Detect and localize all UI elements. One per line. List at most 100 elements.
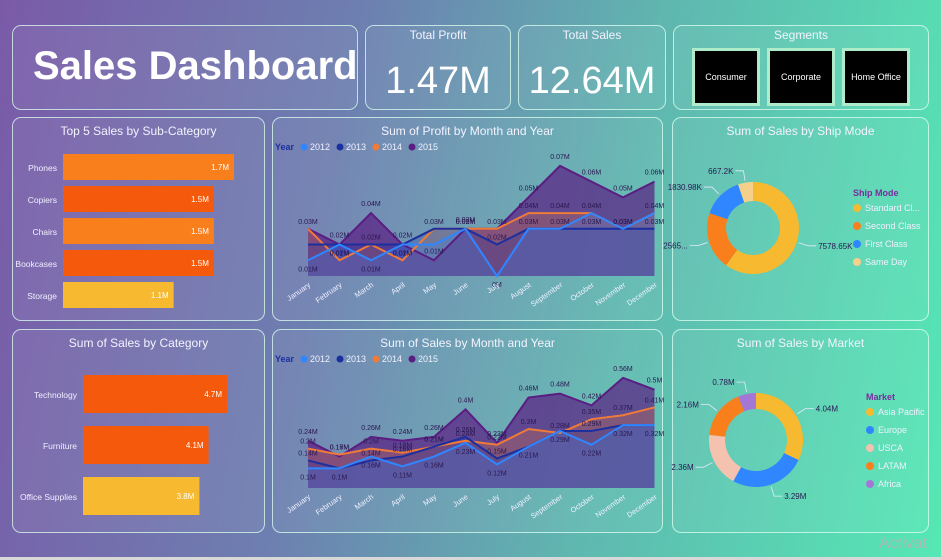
data-label: 0.14M xyxy=(361,450,381,457)
category-label: Chairs xyxy=(32,227,57,237)
legend-marker xyxy=(866,444,874,452)
data-label: 1.5M xyxy=(191,259,209,268)
data-label: 0.37M xyxy=(613,405,633,412)
data-label: 0.32M xyxy=(645,431,665,438)
x-tick-label: February xyxy=(314,492,344,517)
category-label: Furniture xyxy=(43,441,77,451)
data-label: 0.26M xyxy=(361,425,381,432)
legend-label: First Class xyxy=(865,239,908,249)
legend-marker xyxy=(300,143,308,151)
x-tick-label: November xyxy=(594,280,628,308)
data-label: 0.28M xyxy=(550,423,570,430)
data-label: 0.24M xyxy=(298,429,318,436)
data-label: 0.22M xyxy=(582,451,602,458)
data-label: 0.03M xyxy=(550,219,570,226)
segment-button-consumer[interactable]: Consumer xyxy=(692,48,760,106)
kpi-label: Total Sales xyxy=(562,28,622,42)
legend-label: USCA xyxy=(878,443,903,453)
kpi-total-sales[interactable]: Total Sales 12.64M xyxy=(518,25,666,110)
leader-line xyxy=(689,242,708,246)
slice-label: 4.04M xyxy=(816,404,839,413)
data-label: 0.03M xyxy=(298,219,318,226)
legend-marker xyxy=(336,355,344,363)
shipmode-chart-card: Sum of Sales by Ship Mode 7578.65K 2565..… xyxy=(663,117,929,321)
data-label: 0.03M xyxy=(582,219,602,226)
data-label: 0.01M xyxy=(298,266,318,273)
data-label: 0.03M xyxy=(519,219,539,226)
data-label: 0.23M xyxy=(487,431,507,438)
legend-title: Year xyxy=(275,354,295,364)
data-label: 0.01M xyxy=(393,250,413,257)
legend-label: 2012 xyxy=(310,142,330,152)
data-label: 3.8M xyxy=(177,492,195,501)
slice-label: 3.29M xyxy=(784,492,807,501)
x-tick-label: September xyxy=(529,492,565,521)
data-label: 0.15M xyxy=(487,449,507,456)
segment-button-home-office[interactable]: Home Office xyxy=(842,48,910,106)
data-label: 0.01M xyxy=(361,266,381,273)
legend-marker xyxy=(866,462,874,470)
data-label: 0.2M xyxy=(363,439,379,446)
title-card: Sales Dashboard xyxy=(12,25,358,110)
subcategory-chart-card: Top 5 Sales by Sub-Category Phones 1.7M Co… xyxy=(12,117,265,321)
data-label: 0.03M xyxy=(645,219,665,226)
slice-label: 2.16M xyxy=(677,401,700,410)
data-label: 0.06M xyxy=(645,170,665,177)
category-bar-chart: Technology 4.7M Furniture 4.1M Office Suppli… xyxy=(20,375,227,515)
data-label: 0.12M xyxy=(487,470,507,477)
category-label: Technology xyxy=(34,390,78,400)
x-tick-label: May xyxy=(421,280,438,296)
data-label: 0.02M xyxy=(330,233,350,240)
x-tick-label: June xyxy=(451,492,469,509)
data-label: 0.16M xyxy=(361,463,381,470)
legend-title: Year xyxy=(275,142,295,152)
leader-line xyxy=(797,407,814,415)
data-label: 1.1M xyxy=(151,291,169,300)
data-label: 0.32M xyxy=(613,431,633,438)
legend-label: 2014 xyxy=(382,142,402,152)
data-label: 0.05M xyxy=(519,185,539,192)
profit-area-chart: Year 2012 2013 2014 2015 0.01M 0.02M 0.01M 0.02M… xyxy=(275,142,665,309)
data-label: 0.16M xyxy=(330,445,350,452)
data-label: 0.04M xyxy=(519,203,539,210)
data-label: 0.2M xyxy=(300,439,316,446)
leader-line xyxy=(700,404,718,411)
donut-slice xyxy=(756,393,803,460)
segment-button-corporate[interactable]: Corporate xyxy=(767,48,835,106)
market-donut-chart: 4.04M 3.29M 2.36M 2.16M 0.78M Market Asia Paci… xyxy=(671,378,925,501)
data-label: 0.21M xyxy=(519,453,539,460)
kpi-total-profit[interactable]: Total Profit 1.47M xyxy=(365,25,511,110)
x-tick-label: November xyxy=(594,492,628,520)
legend-marker xyxy=(336,143,344,151)
data-label: 0.04M xyxy=(582,203,602,210)
legend-label: Africa xyxy=(878,479,901,489)
category-chart-card: Sum of Sales by Category Technology 4.7M F… xyxy=(12,329,265,533)
data-label: 0.18M xyxy=(393,443,413,450)
x-tick-label: May xyxy=(421,492,438,508)
data-label: 0.24M xyxy=(393,429,413,436)
data-label: 0.56M xyxy=(613,366,633,373)
legend-label: LATAM xyxy=(878,461,907,471)
slice-label: 2565... xyxy=(663,242,687,251)
legend-label: 2015 xyxy=(418,142,438,152)
slice-label: 0.78M xyxy=(712,378,735,387)
x-tick-label: September xyxy=(529,280,565,309)
data-label: 0.03M xyxy=(613,219,633,226)
x-tick-label: August xyxy=(508,492,533,513)
data-label: 0.4M xyxy=(458,397,474,404)
data-label: 0.29M xyxy=(550,437,570,444)
x-tick-label: December xyxy=(625,280,659,308)
x-tick-label: December xyxy=(625,492,659,520)
leader-line xyxy=(798,242,817,247)
category-label: Bookcases xyxy=(15,259,57,269)
data-label: 0.04M xyxy=(645,203,665,210)
legend-title: Market xyxy=(866,392,895,402)
subcategory-bar-chart: Phones 1.7M Copiers 1.5M Chairs 1.5M Bookcases… xyxy=(15,154,234,308)
category-label: Office Supplies xyxy=(20,492,77,502)
data-label: 0.05M xyxy=(613,185,633,192)
data-label: 1.7M xyxy=(211,163,229,172)
kpi-value: 1.47M xyxy=(385,60,491,102)
data-label: 0.48M xyxy=(550,382,570,389)
legend-marker xyxy=(372,355,380,363)
data-label: 0.5M xyxy=(647,378,663,385)
